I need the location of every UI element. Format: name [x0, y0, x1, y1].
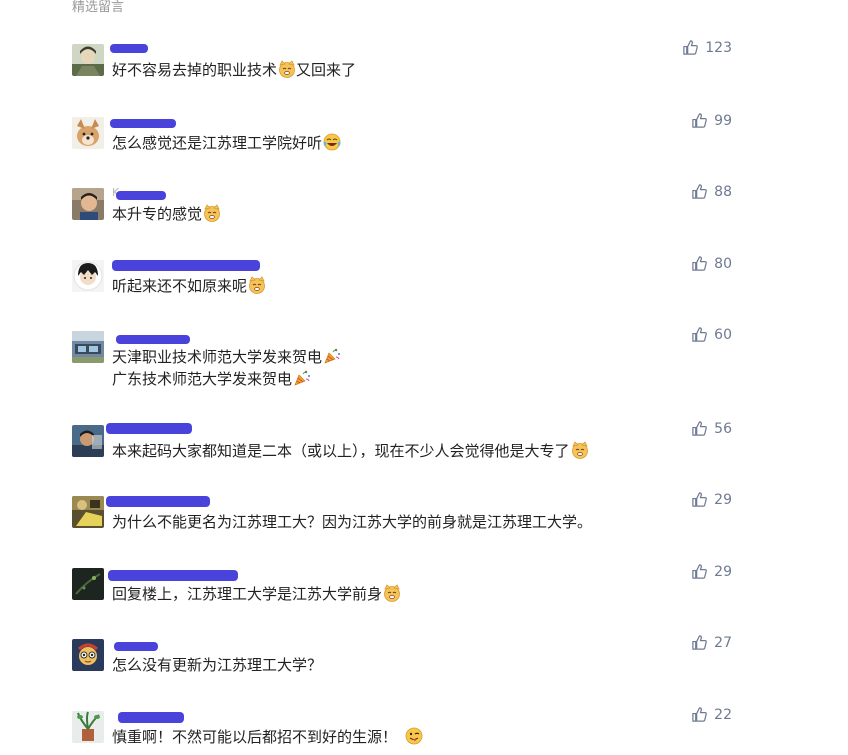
redaction-mark — [106, 423, 192, 434]
like-button[interactable]: 99 — [691, 112, 732, 129]
avatar[interactable] — [72, 639, 104, 671]
comment-line: 天津职业技术师范大学发来贺电 — [112, 346, 341, 368]
redaction-mark — [114, 642, 158, 651]
cat-face-icon — [203, 204, 221, 222]
thumbs-up-icon — [691, 183, 708, 200]
party-popper-icon — [323, 347, 341, 365]
like-button[interactable]: 29 — [691, 491, 732, 508]
thumbs-up-icon — [691, 706, 708, 723]
redaction-mark — [116, 191, 166, 200]
like-count: 56 — [714, 420, 732, 437]
like-button[interactable]: 88 — [691, 183, 732, 200]
thumbs-up-icon — [691, 420, 708, 437]
redaction-mark — [112, 260, 260, 271]
avatar[interactable] — [72, 568, 104, 600]
like-count: 88 — [714, 183, 732, 200]
comment-text: 天津职业技术师范大学发来贺电 — [112, 348, 323, 366]
thumbs-up-icon — [691, 255, 708, 272]
comment-line: 本来起码大家都知道是二本（或以上），现在不少人会觉得他是大专了 — [112, 440, 589, 462]
like-button[interactable]: 60 — [691, 326, 732, 343]
comment-text: 广东技术师范大学发来贺电 — [112, 370, 293, 388]
like-button[interactable]: 29 — [691, 563, 732, 580]
like-count: 99 — [714, 112, 732, 129]
comment-content: 听起来还不如原来呢 — [112, 275, 266, 297]
comment-line: 广东技术师范大学发来贺电 — [112, 368, 341, 390]
redaction-mark — [106, 496, 210, 507]
comment-line: 怎么感觉还是江苏理工学院好听 — [112, 132, 341, 154]
like-button[interactable]: 22 — [691, 706, 732, 723]
comment-line: 听起来还不如原来呢 — [112, 275, 266, 297]
cat-face-icon — [278, 60, 296, 78]
like-count: 60 — [714, 326, 732, 343]
avatar[interactable] — [72, 425, 104, 457]
like-button[interactable]: 27 — [691, 634, 732, 651]
comment-content: 本升专的感觉 — [112, 203, 221, 225]
comment-content: 怎么没有更新为江苏理工大学？ — [112, 654, 322, 676]
redaction-mark — [116, 335, 190, 344]
comment-content: 怎么感觉还是江苏理工学院好听 — [112, 132, 341, 154]
redaction-mark — [108, 570, 238, 581]
comment-text: 回复楼上，江苏理工大学是江苏大学前身 — [112, 585, 383, 603]
like-button[interactable]: 80 — [691, 255, 732, 272]
redaction-mark — [110, 119, 176, 128]
like-count: 22 — [714, 706, 732, 723]
winking-tongue-icon — [405, 727, 423, 745]
avatar[interactable] — [72, 331, 104, 363]
comment-text: 为什么不能更名为江苏理工大？因为江苏大学的前身就是江苏理工大学。 — [112, 513, 593, 531]
avatar[interactable] — [72, 188, 104, 220]
avatar[interactable] — [72, 260, 104, 292]
like-count: 27 — [714, 634, 732, 651]
comment-line: 慎重啊！不然可能以后都招不到好的生源！ — [112, 726, 423, 748]
cat-face-icon — [383, 584, 401, 602]
comment-content: 本来起码大家都知道是二本（或以上），现在不少人会觉得他是大专了 — [112, 440, 589, 462]
comment-content: 回复楼上，江苏理工大学是江苏大学前身 — [112, 583, 401, 605]
comment-content: 好不容易去掉的职业技术 又回来了 — [112, 59, 356, 81]
thumbs-up-icon — [691, 112, 708, 129]
avatar[interactable] — [72, 117, 104, 149]
thumbs-up-icon — [682, 39, 699, 56]
thumbs-up-icon — [691, 326, 708, 343]
thumbs-up-icon — [691, 563, 708, 580]
avatar[interactable] — [72, 496, 104, 528]
comment-text: 听起来还不如原来呢 — [112, 277, 248, 295]
comment-line: 回复楼上，江苏理工大学是江苏大学前身 — [112, 583, 401, 605]
section-title: 精选留言 — [72, 0, 125, 15]
like-count: 123 — [705, 39, 732, 56]
redaction-mark — [110, 44, 148, 53]
comment-content: 慎重啊！不然可能以后都招不到好的生源！ — [112, 726, 423, 748]
like-button[interactable]: 56 — [691, 420, 732, 437]
like-count: 29 — [714, 563, 732, 580]
thumbs-up-icon — [691, 491, 708, 508]
comment-text: 本来起码大家都知道是二本（或以上），现在不少人会觉得他是大专了 — [112, 442, 570, 460]
like-button[interactable]: 123 — [682, 39, 732, 56]
comment-text: 本升专的感觉 — [112, 205, 203, 223]
cat-face-icon — [248, 276, 266, 294]
like-count: 80 — [714, 255, 732, 272]
comment-text: 又回来了 — [296, 61, 357, 79]
comment-text: 怎么没有更新为江苏理工大学？ — [112, 656, 323, 674]
avatar[interactable] — [72, 711, 104, 743]
redaction-mark — [118, 712, 184, 723]
comment-line: 怎么没有更新为江苏理工大学？ — [112, 654, 322, 676]
cat-face-icon — [571, 441, 589, 459]
comment-line: 本升专的感觉 — [112, 203, 221, 225]
comment-content: 天津职业技术师范大学发来贺电 广东技术师范大学发来贺电 — [112, 346, 341, 390]
comment-line: 好不容易去掉的职业技术 又回来了 — [112, 59, 356, 81]
laughing-tears-icon — [323, 133, 341, 151]
comment-line: 为什么不能更名为江苏理工大？因为江苏大学的前身就是江苏理工大学。 — [112, 511, 592, 533]
like-count: 29 — [714, 491, 732, 508]
comment-text: 好不容易去掉的职业技术 — [112, 61, 278, 79]
thumbs-up-icon — [691, 634, 708, 651]
comment-content: 为什么不能更名为江苏理工大？因为江苏大学的前身就是江苏理工大学。 — [112, 511, 592, 533]
comment-text: 怎么感觉还是江苏理工学院好听 — [112, 134, 323, 152]
avatar[interactable] — [72, 44, 104, 76]
party-popper-icon — [293, 369, 311, 387]
comment-text: 慎重啊！不然可能以后都招不到好的生源！ — [112, 728, 398, 746]
